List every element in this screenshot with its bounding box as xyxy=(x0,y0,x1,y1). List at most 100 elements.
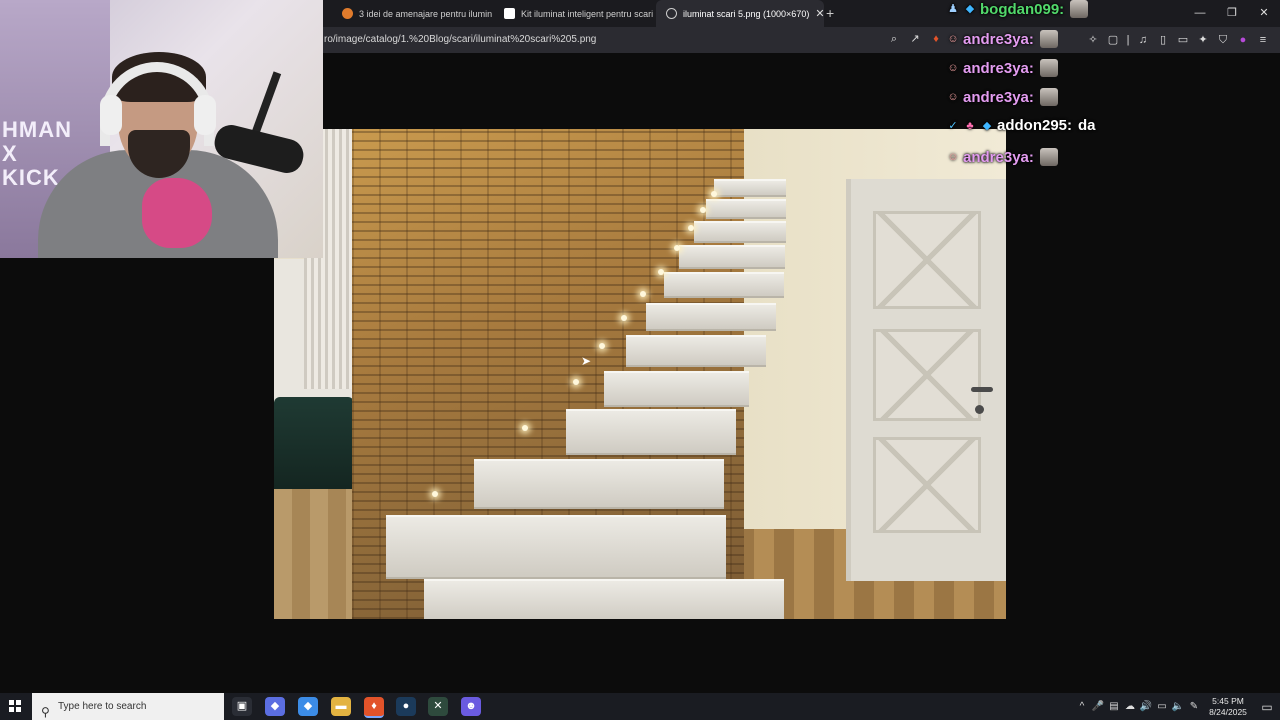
door-lock xyxy=(975,405,984,414)
photo-step-light xyxy=(432,491,438,497)
display-icon[interactable]: ▤ xyxy=(1106,701,1122,712)
screen: 3 idei de amenajare pentru iluminat Kit … xyxy=(0,0,1280,720)
photo-stair-step xyxy=(424,579,784,619)
microphone-tray-icon[interactable]: 🎤 xyxy=(1090,701,1106,712)
volume-icon[interactable]: 🔈 xyxy=(1170,701,1186,712)
minimize-icon[interactable]: — xyxy=(1184,0,1216,27)
photo-stair-step xyxy=(714,179,786,195)
door-panel xyxy=(873,211,981,309)
face-icon: ☺ xyxy=(947,62,959,74)
share-icon[interactable]: ↗ xyxy=(908,32,922,46)
brave-shields-icon[interactable]: ♦ xyxy=(929,32,943,46)
photo-step-light xyxy=(640,291,646,297)
door-panel xyxy=(873,437,981,533)
sidebar-icon[interactable]: ▯ xyxy=(1156,33,1170,47)
chevron-up-icon[interactable]: ^ xyxy=(1074,701,1090,712)
photo-stair-step xyxy=(646,303,776,329)
photo-stair-step xyxy=(566,409,736,453)
menu-icon[interactable]: ≡ xyxy=(1256,33,1270,47)
url-field[interactable]: ro/image/catalog/1.%20Blog/scari/ilumina… xyxy=(324,34,596,45)
chat-message: ♟ ◆ bogdan099: xyxy=(946,0,1089,18)
chat-username: andre3ya: xyxy=(963,148,1034,166)
cloud-icon[interactable]: ☁ xyxy=(1122,701,1138,712)
brave-browser-icon[interactable]: ♦ xyxy=(364,697,384,718)
chat-username: andre3ya: xyxy=(963,59,1034,77)
tab-iluminat-scari-image[interactable]: iluminat scari 5.png (1000×670) ✕ xyxy=(656,0,824,27)
system-tray: ^ 🎤 ▤ ☁ 🔊 ▭ 🔈 ✎ 5:45 PM 8/24/2025 ▭ xyxy=(1074,693,1280,720)
photo-door xyxy=(846,179,1006,581)
photo-stair-step xyxy=(604,371,749,405)
tab-kit-iluminat[interactable]: Kit iluminat inteligent pentru scari xyxy=(494,0,654,27)
close-window-icon[interactable]: ✕ xyxy=(1248,0,1280,27)
notification-icon[interactable]: ▭ xyxy=(1254,700,1280,714)
clock-time: 5:45 PM xyxy=(1212,695,1244,706)
photo-step-light xyxy=(674,245,680,251)
clock-date: 8/24/2025 xyxy=(1209,706,1247,717)
terminal-icon[interactable]: ✕ xyxy=(428,697,448,716)
photo-stair-step xyxy=(664,272,784,296)
tab-amenajare[interactable]: 3 idei de amenajare pentru iluminat xyxy=(332,0,492,27)
photo-step-light xyxy=(688,225,694,231)
zoom-icon[interactable]: ⌕ xyxy=(887,32,901,46)
headphone-earcup xyxy=(100,95,122,135)
tab-label: 3 idei de amenajare pentru iluminat xyxy=(359,8,492,19)
headphone-earcup xyxy=(194,95,216,135)
chat-emote xyxy=(1039,59,1058,77)
discord-icon[interactable]: ☻ xyxy=(461,697,481,716)
photo-step-light xyxy=(522,425,528,431)
new-tab-button[interactable]: + xyxy=(826,5,834,21)
copilot-app-icon[interactable]: ◆ xyxy=(298,697,318,716)
user-icon: ♟ xyxy=(948,3,958,15)
pen-icon[interactable]: ✎ xyxy=(1186,701,1202,712)
photo-sofa xyxy=(274,397,354,497)
tab-label: iluminat scari 5.png (1000×670) xyxy=(683,8,810,19)
chat-emote xyxy=(1039,88,1058,106)
chat-message: ☺ andre3ya: xyxy=(946,59,1058,77)
chat-text: da xyxy=(1078,117,1096,134)
face-icon: ☺ xyxy=(947,151,959,163)
face-icon: ☺ xyxy=(947,91,959,103)
stair-lighting-image: ➤ xyxy=(274,129,1006,619)
start-icon[interactable] xyxy=(9,700,21,712)
extensions-icon[interactable]: ✧ xyxy=(1086,33,1100,47)
face-icon: ☺ xyxy=(947,33,959,45)
network-icon[interactable]: ▭ xyxy=(1154,701,1170,712)
chat-emote xyxy=(1070,0,1089,18)
photo-stair-step xyxy=(706,199,786,217)
steam-icon[interactable]: ● xyxy=(396,697,416,716)
tab-favicon-icon xyxy=(666,8,677,19)
taskbar-clock[interactable]: 5:45 PM 8/24/2025 xyxy=(1202,696,1254,718)
chat-message: ☺ andre3ya: xyxy=(946,148,1058,166)
door-handle xyxy=(971,387,993,392)
task-view-icon[interactable]: ▣ xyxy=(232,697,252,716)
profile-icon[interactable]: ● xyxy=(1236,33,1250,47)
media-icon[interactable]: ♫ xyxy=(1136,33,1150,47)
taskbar-search-input[interactable]: ⚲ Type here to search xyxy=(32,693,224,720)
wallet-icon[interactable]: ▭ xyxy=(1176,33,1190,47)
chat-username: bogdan099: xyxy=(980,0,1065,18)
windows-taskbar: ⚲ Type here to search ▣ ◆ ◆ ▬ ♦ ● ✕ ☻ ^ … xyxy=(0,693,1280,720)
close-tab-icon[interactable]: ✕ xyxy=(815,7,824,20)
leo-ai-icon[interactable]: ✦ xyxy=(1196,33,1210,47)
webcam-shirt-logo xyxy=(142,178,212,248)
photo-step-light xyxy=(658,269,664,275)
photo-stair-step xyxy=(694,221,786,241)
photo-step-light xyxy=(711,191,717,197)
door-panel xyxy=(873,329,981,421)
photo-step-light xyxy=(599,343,605,349)
tab-favicon-icon xyxy=(504,8,515,19)
vpn-icon[interactable]: ⛉ xyxy=(1216,33,1230,47)
photo-step-light xyxy=(573,379,579,385)
photo-step-light xyxy=(700,207,706,213)
tab-favicon-icon xyxy=(342,8,353,19)
creature-icon: ♣ xyxy=(966,119,974,132)
streamer-webcam: HMAN X KICK xyxy=(0,0,323,258)
photo-stair-step xyxy=(474,459,724,507)
check-icon: ✓ xyxy=(948,119,958,132)
speaker-icon[interactable]: 🔊 xyxy=(1138,701,1154,712)
restore-icon[interactable]: ❐ xyxy=(1216,0,1248,27)
copilot-icon[interactable]: ◆ xyxy=(265,697,285,716)
screenshot-icon[interactable]: ▢ xyxy=(1106,33,1120,47)
file-explorer-icon[interactable]: ▬ xyxy=(331,697,351,716)
chat-message: ☺ andre3ya: xyxy=(946,30,1058,48)
